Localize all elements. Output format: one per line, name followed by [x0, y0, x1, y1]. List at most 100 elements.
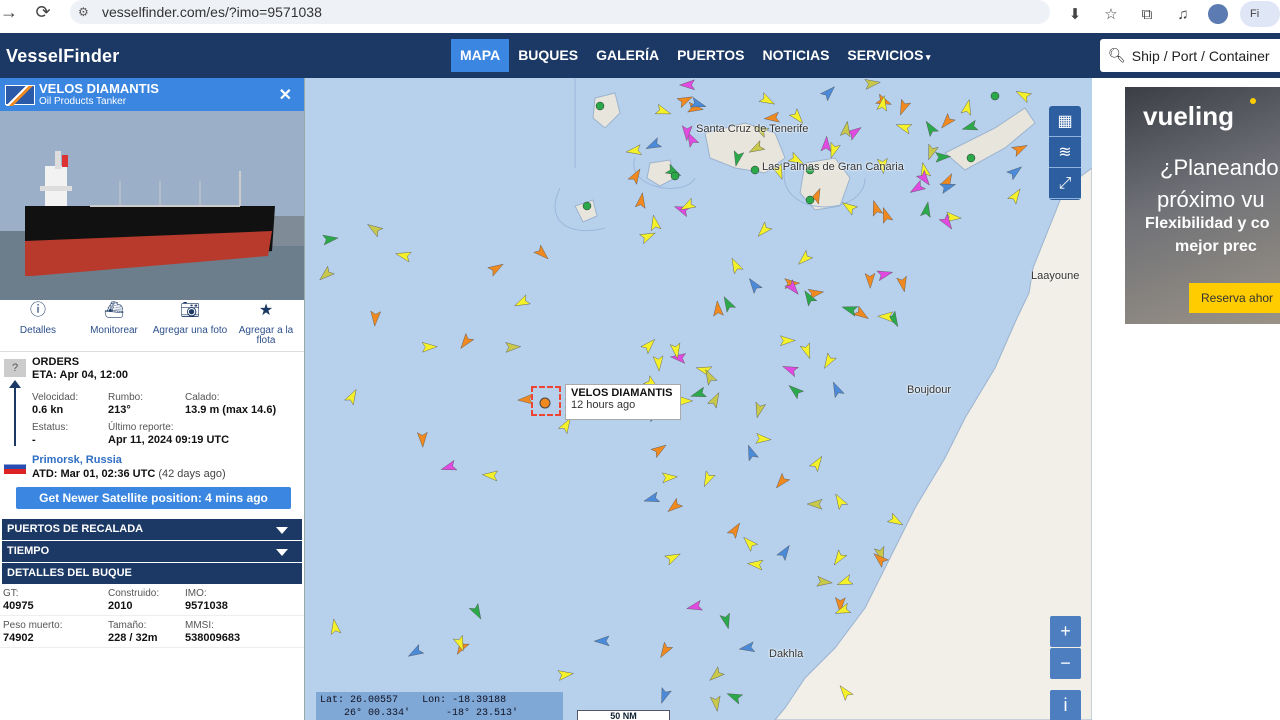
anchored-vessel-marker[interactable] — [990, 91, 1000, 101]
vessel-marker[interactable] — [763, 111, 780, 124]
vessel-marker[interactable] — [786, 382, 805, 400]
vessel-marker[interactable] — [895, 120, 913, 135]
vessel-marker[interactable] — [879, 206, 894, 224]
add-photo-action[interactable]: 📷︎ Agregar una foto — [152, 303, 228, 348]
vessel-marker[interactable] — [839, 120, 852, 138]
vessel-marker[interactable] — [343, 387, 361, 406]
vessel-marker[interactable] — [922, 119, 940, 138]
vessel-marker[interactable] — [755, 432, 772, 444]
vessel-marker[interactable] — [487, 260, 506, 277]
vessel-marker[interactable] — [1011, 141, 1030, 157]
avatar[interactable] — [1208, 4, 1228, 24]
anchored-vessel-marker[interactable] — [750, 165, 760, 175]
vessel-marker[interactable] — [316, 265, 335, 283]
vessel-marker[interactable] — [652, 355, 664, 372]
vessel-marker[interactable] — [920, 201, 932, 218]
menu-buques[interactable]: BUQUES — [509, 39, 587, 72]
vessel-marker[interactable] — [754, 221, 773, 240]
vessel-marker[interactable] — [886, 512, 905, 529]
vessel-marker[interactable] — [657, 687, 672, 706]
vessel-marker[interactable] — [864, 78, 881, 90]
vessel-marker[interactable] — [799, 342, 815, 361]
vessel-marker[interactable] — [664, 549, 683, 566]
vessel-marker[interactable] — [726, 520, 744, 539]
menu-servicios[interactable]: SERVICIOS ▾ — [838, 39, 939, 72]
menu-noticias[interactable]: NOTICIAS — [754, 39, 839, 72]
vessel-marker[interactable] — [557, 668, 575, 681]
vessel-marker[interactable] — [896, 275, 910, 293]
vessel-marker[interactable] — [481, 470, 499, 482]
vessel-marker[interactable] — [830, 549, 848, 568]
vessel-marker[interactable] — [745, 275, 763, 295]
install-app-icon[interactable]: ⬇ — [1062, 5, 1088, 23]
vessel-marker[interactable] — [421, 341, 438, 353]
vessel-marker[interactable] — [440, 459, 458, 474]
vessel-marker[interactable] — [908, 179, 927, 196]
vessel-marker[interactable] — [395, 249, 412, 263]
vessel-marker[interactable] — [758, 92, 777, 109]
zoom-out-button[interactable]: − — [1050, 648, 1081, 679]
vessel-marker[interactable] — [1007, 186, 1025, 205]
vessel-marker[interactable] — [896, 98, 912, 117]
vessel-marker[interactable] — [725, 689, 744, 705]
search-input[interactable]: 🔍︎ Ship / Port / Container — [1100, 39, 1280, 72]
weather-layer-icon[interactable]: ≋ — [1049, 137, 1081, 168]
vessel-marker[interactable] — [643, 491, 661, 506]
vessel-marker[interactable] — [938, 112, 956, 131]
section-vessel-details[interactable]: DETALLES DEL BUQUE — [2, 563, 302, 584]
vessel-marker[interactable] — [746, 558, 764, 571]
vessel-photo[interactable] — [0, 111, 304, 300]
vessel-marker[interactable] — [654, 103, 672, 118]
vessel-marker[interactable] — [706, 390, 723, 409]
vessel-marker[interactable] — [712, 300, 724, 317]
vessel-marker[interactable] — [836, 574, 854, 590]
vessel-marker[interactable] — [322, 233, 339, 246]
vessel-marker[interactable] — [819, 83, 838, 102]
ad-cta-button[interactable]: Reserva ahor — [1189, 283, 1280, 313]
extensions-icon[interactable]: ⧉ — [1134, 6, 1160, 23]
vessel-marker[interactable] — [625, 144, 643, 157]
bookmark-star-icon[interactable]: ☆ — [1098, 5, 1124, 23]
section-weather[interactable]: TIEMPO — [2, 541, 302, 562]
vessel-tooltip[interactable]: VELOS DIAMANTIS 12 hours ago — [565, 384, 681, 420]
vessel-marker[interactable] — [648, 214, 662, 232]
vessel-marker[interactable] — [661, 472, 679, 484]
vessel-marker[interactable] — [720, 294, 737, 313]
vessel-marker[interactable] — [829, 380, 845, 399]
add-fleet-action[interactable]: ★ Agregar a la flota — [228, 303, 304, 348]
vessel-marker[interactable] — [779, 335, 796, 347]
vessel-marker[interactable] — [806, 498, 823, 510]
vessel-marker[interactable] — [960, 98, 974, 116]
details-action[interactable]: ⓘ Detalles — [0, 303, 76, 348]
anchored-vessel-marker[interactable] — [595, 101, 605, 111]
map-info-button[interactable]: i — [1050, 690, 1081, 720]
vessel-marker[interactable] — [416, 431, 428, 449]
vessel-marker[interactable] — [961, 119, 979, 134]
vessel-marker[interactable] — [593, 635, 610, 647]
satellite-position-button[interactable]: Get Newer Satellite position: 4 mins ago — [16, 487, 291, 509]
close-icon[interactable]: ✕ — [279, 85, 292, 105]
site-logo[interactable]: VesselFinder — [6, 46, 119, 67]
vessel-marker[interactable] — [406, 643, 425, 660]
vessel-marker[interactable] — [820, 135, 832, 152]
vessel-marker[interactable] — [869, 199, 884, 217]
menu-mapa[interactable]: MAPA — [451, 39, 510, 72]
vessel-marker[interactable] — [772, 472, 791, 491]
vessel-marker[interactable] — [876, 267, 894, 282]
anchored-vessel-marker[interactable] — [670, 171, 680, 181]
ad-banner[interactable]: vueling ¿Planeando próximo vu Flexibilid… — [1125, 87, 1280, 324]
vessel-marker[interactable] — [365, 220, 384, 238]
forward-icon[interactable]: → — [0, 2, 26, 23]
vessel-marker[interactable] — [329, 618, 342, 636]
vessel-marker[interactable] — [640, 336, 659, 355]
vessel-marker[interactable] — [707, 666, 725, 684]
anchored-vessel-marker[interactable] — [582, 201, 592, 211]
vessel-marker[interactable] — [627, 166, 644, 185]
site-settings-icon[interactable]: ⚙ — [78, 5, 102, 19]
vessel-marker[interactable] — [719, 612, 733, 630]
reload-icon[interactable]: ⟳ — [26, 2, 60, 23]
map-layers-icon[interactable]: ▦ — [1049, 106, 1081, 137]
vessel-marker[interactable] — [1014, 87, 1033, 104]
vessel-marker[interactable] — [864, 272, 876, 290]
zoom-in-button[interactable]: + — [1050, 616, 1081, 647]
